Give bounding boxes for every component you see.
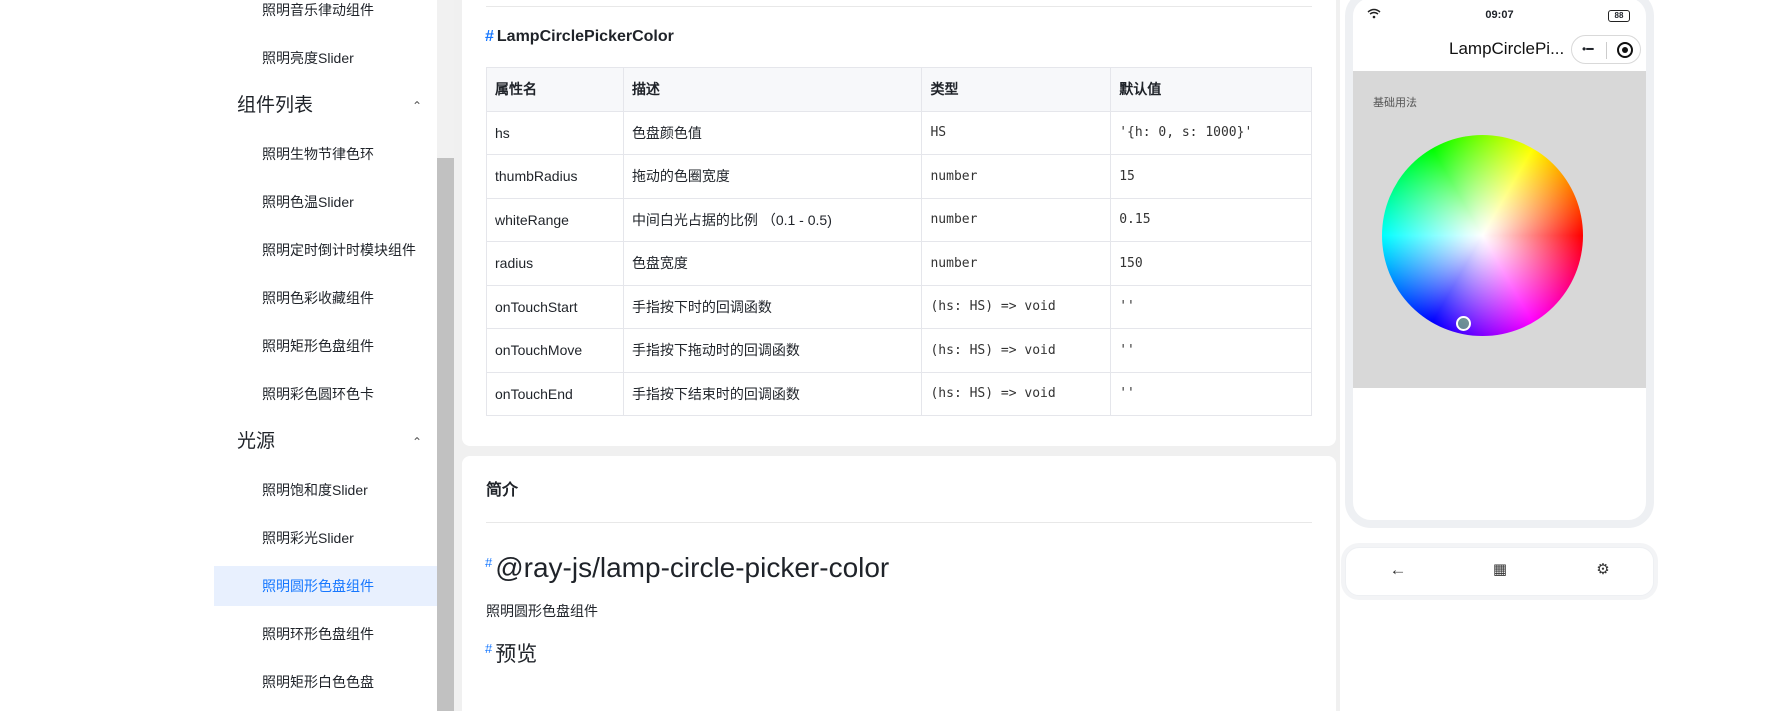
sidebar-item-color-temp-slider[interactable]: 照明色温Slider bbox=[214, 182, 437, 222]
color-wheel-white-center bbox=[1382, 135, 1583, 336]
battery-icon: 88 bbox=[1608, 10, 1630, 22]
nav-title: LampCirclePi... bbox=[1449, 39, 1565, 58]
preview-heading: # 预览 bbox=[485, 638, 537, 668]
menu-capsule[interactable]: •━ bbox=[1571, 35, 1641, 64]
sidebar-item-color-collection[interactable]: 照明色彩收藏组件 bbox=[214, 278, 437, 318]
table-cell: number bbox=[921, 241, 1112, 286]
sidebar-item-rect-white-picker[interactable]: 照明矩形白色色盘 bbox=[214, 662, 437, 702]
sidebar-group-label: 组件列表 bbox=[237, 95, 314, 116]
table-cell: radius bbox=[486, 241, 624, 286]
demo-label: 基础用法 bbox=[1373, 97, 1417, 109]
props-table: 属性名 描述 类型 默认值 hs 色盘颜色值 HS '{h: 0, s: 100… bbox=[486, 67, 1312, 416]
table-cell: '' bbox=[1110, 371, 1312, 416]
sidebar-item-rect-color-picker[interactable]: 照明矩形色盘组件 bbox=[214, 326, 437, 366]
more-icon[interactable]: •━ bbox=[1582, 42, 1593, 56]
sidebar-item-color-slider[interactable]: 照明彩光Slider bbox=[214, 518, 437, 558]
sidebar-item-circle-color-picker[interactable]: 照明圆形色盘组件 bbox=[214, 566, 437, 606]
table-cell: 手指按下结束时的回调函数 bbox=[622, 371, 923, 416]
sidebar-item-ring-color-picker[interactable]: 照明环形色盘组件 bbox=[214, 614, 437, 654]
back-icon[interactable]: ← bbox=[1386, 560, 1410, 580]
table-header: 类型 bbox=[921, 67, 1112, 112]
preview-heading-text: 预览 bbox=[495, 643, 538, 666]
status-time: 09:07 bbox=[1485, 9, 1514, 21]
sidebar-group-components[interactable]: 组件列表 ⌃ bbox=[214, 86, 437, 126]
table-row: onTouchMove 手指按下拖动时的回调函数 (hs: HS) => voi… bbox=[486, 328, 1312, 373]
sidebar-group-label: 光源 bbox=[237, 431, 276, 452]
table-cell: thumbRadius bbox=[486, 154, 624, 199]
sidebar-group-light-source[interactable]: 光源 ⌃ bbox=[214, 422, 437, 462]
table-header: 默认值 bbox=[1110, 67, 1312, 112]
table-row: onTouchStart 手指按下时的回调函数 (hs: HS) => void… bbox=[486, 284, 1312, 329]
table-cell: hs bbox=[486, 110, 624, 155]
sidebar: 照明音乐律动组件 照明亮度Slider 组件列表 ⌃ 照明生物节律色环 照明色温… bbox=[214, 0, 437, 711]
api-heading: # LampCirclePickerColor bbox=[485, 28, 674, 46]
table-cell: (hs: HS) => void bbox=[921, 371, 1112, 416]
package-title: # @ray-js/lamp-circle-picker-color bbox=[485, 552, 889, 584]
phone-simulator: 09:07 88 LampCirclePi... •━ 基础用法 bbox=[1345, 0, 1654, 528]
table-cell: number bbox=[921, 197, 1112, 242]
table-header: 描述 bbox=[622, 67, 923, 112]
table-cell: number bbox=[921, 154, 1112, 199]
anchor-link[interactable]: # bbox=[485, 555, 492, 570]
table-cell: 色盘宽度 bbox=[622, 241, 923, 286]
table-cell: whiteRange bbox=[486, 197, 624, 242]
table-cell: 中间白光占据的比例 （0.1 - 0.5) bbox=[622, 197, 923, 242]
sidebar-item-music-rhythm[interactable]: 照明音乐律动组件 bbox=[214, 0, 437, 30]
sidebar-item-brightness-slider[interactable]: 照明亮度Slider bbox=[214, 38, 437, 78]
table-header-row: 属性名 描述 类型 默认值 bbox=[486, 67, 1312, 112]
table-cell: onTouchMove bbox=[486, 328, 624, 373]
table-cell: 拖动的色圈宽度 bbox=[622, 154, 923, 199]
mini-program-navbar: LampCirclePi... •━ bbox=[1353, 26, 1646, 71]
table-row: onTouchEnd 手指按下结束时的回调函数 (hs: HS) => void… bbox=[486, 371, 1312, 416]
qr-code-icon[interactable]: ▦ bbox=[1488, 560, 1512, 578]
table-row: hs 色盘颜色值 HS '{h: 0, s: 1000}' bbox=[486, 110, 1312, 155]
table-cell: '' bbox=[1110, 328, 1312, 373]
api-heading-text: LampCirclePickerColor bbox=[496, 28, 674, 45]
table-cell: 色盘颜色值 bbox=[622, 110, 923, 155]
table-header: 属性名 bbox=[486, 67, 624, 112]
table-row: radius 色盘宽度 number 150 bbox=[486, 241, 1312, 286]
table-cell: (hs: HS) => void bbox=[921, 328, 1112, 373]
demo-area: 基础用法 bbox=[1353, 71, 1646, 388]
close-icon[interactable] bbox=[1617, 42, 1633, 58]
capsule-separator bbox=[1606, 42, 1607, 59]
table-cell: 手指按下拖动时的回调函数 bbox=[622, 328, 923, 373]
sidebar-scrollbar-thumb[interactable] bbox=[437, 158, 454, 711]
sidebar-item-saturation-slider[interactable]: 照明饱和度Slider bbox=[214, 470, 437, 510]
sidebar-item-timer-countdown[interactable]: 照明定时倒计时模块组件 bbox=[214, 230, 437, 270]
sidebar-item-bio-rhythm[interactable]: 照明生物节律色环 bbox=[214, 134, 437, 174]
table-row: whiteRange 中间白光占据的比例 （0.1 - 0.5) number … bbox=[486, 197, 1312, 242]
simulator-toolbar: ← ▦ ⚙ bbox=[1345, 547, 1654, 596]
table-cell: HS bbox=[921, 110, 1112, 155]
table-row: thumbRadius 拖动的色圈宽度 number 15 bbox=[486, 154, 1312, 199]
table-cell: (hs: HS) => void bbox=[921, 284, 1112, 329]
table-cell: 手指按下时的回调函数 bbox=[622, 284, 923, 329]
status-bar: 09:07 88 bbox=[1353, 8, 1646, 26]
package-title-text: @ray-js/lamp-circle-picker-color bbox=[495, 552, 890, 583]
table-cell: 0.15 bbox=[1110, 197, 1312, 242]
table-cell: onTouchEnd bbox=[486, 371, 624, 416]
color-wheel-thumb[interactable] bbox=[1456, 316, 1471, 331]
anchor-link[interactable]: # bbox=[485, 28, 494, 45]
gear-icon[interactable]: ⚙ bbox=[1591, 560, 1615, 578]
package-description: 照明圆形色盘组件 bbox=[486, 603, 598, 619]
table-cell: 15 bbox=[1110, 154, 1312, 199]
chevron-up-icon: ⌃ bbox=[411, 99, 422, 113]
anchor-link[interactable]: # bbox=[485, 641, 492, 656]
intro-heading: 简介 bbox=[486, 482, 519, 499]
table-cell: '' bbox=[1110, 284, 1312, 329]
sidebar-item-color-ring-card[interactable]: 照明彩色圆环色卡 bbox=[214, 374, 437, 414]
table-cell: 150 bbox=[1110, 241, 1312, 286]
table-cell: onTouchStart bbox=[486, 284, 624, 329]
divider bbox=[486, 6, 1312, 7]
divider bbox=[486, 522, 1312, 523]
chevron-up-icon: ⌃ bbox=[411, 435, 422, 449]
table-cell: '{h: 0, s: 1000}' bbox=[1110, 110, 1312, 155]
